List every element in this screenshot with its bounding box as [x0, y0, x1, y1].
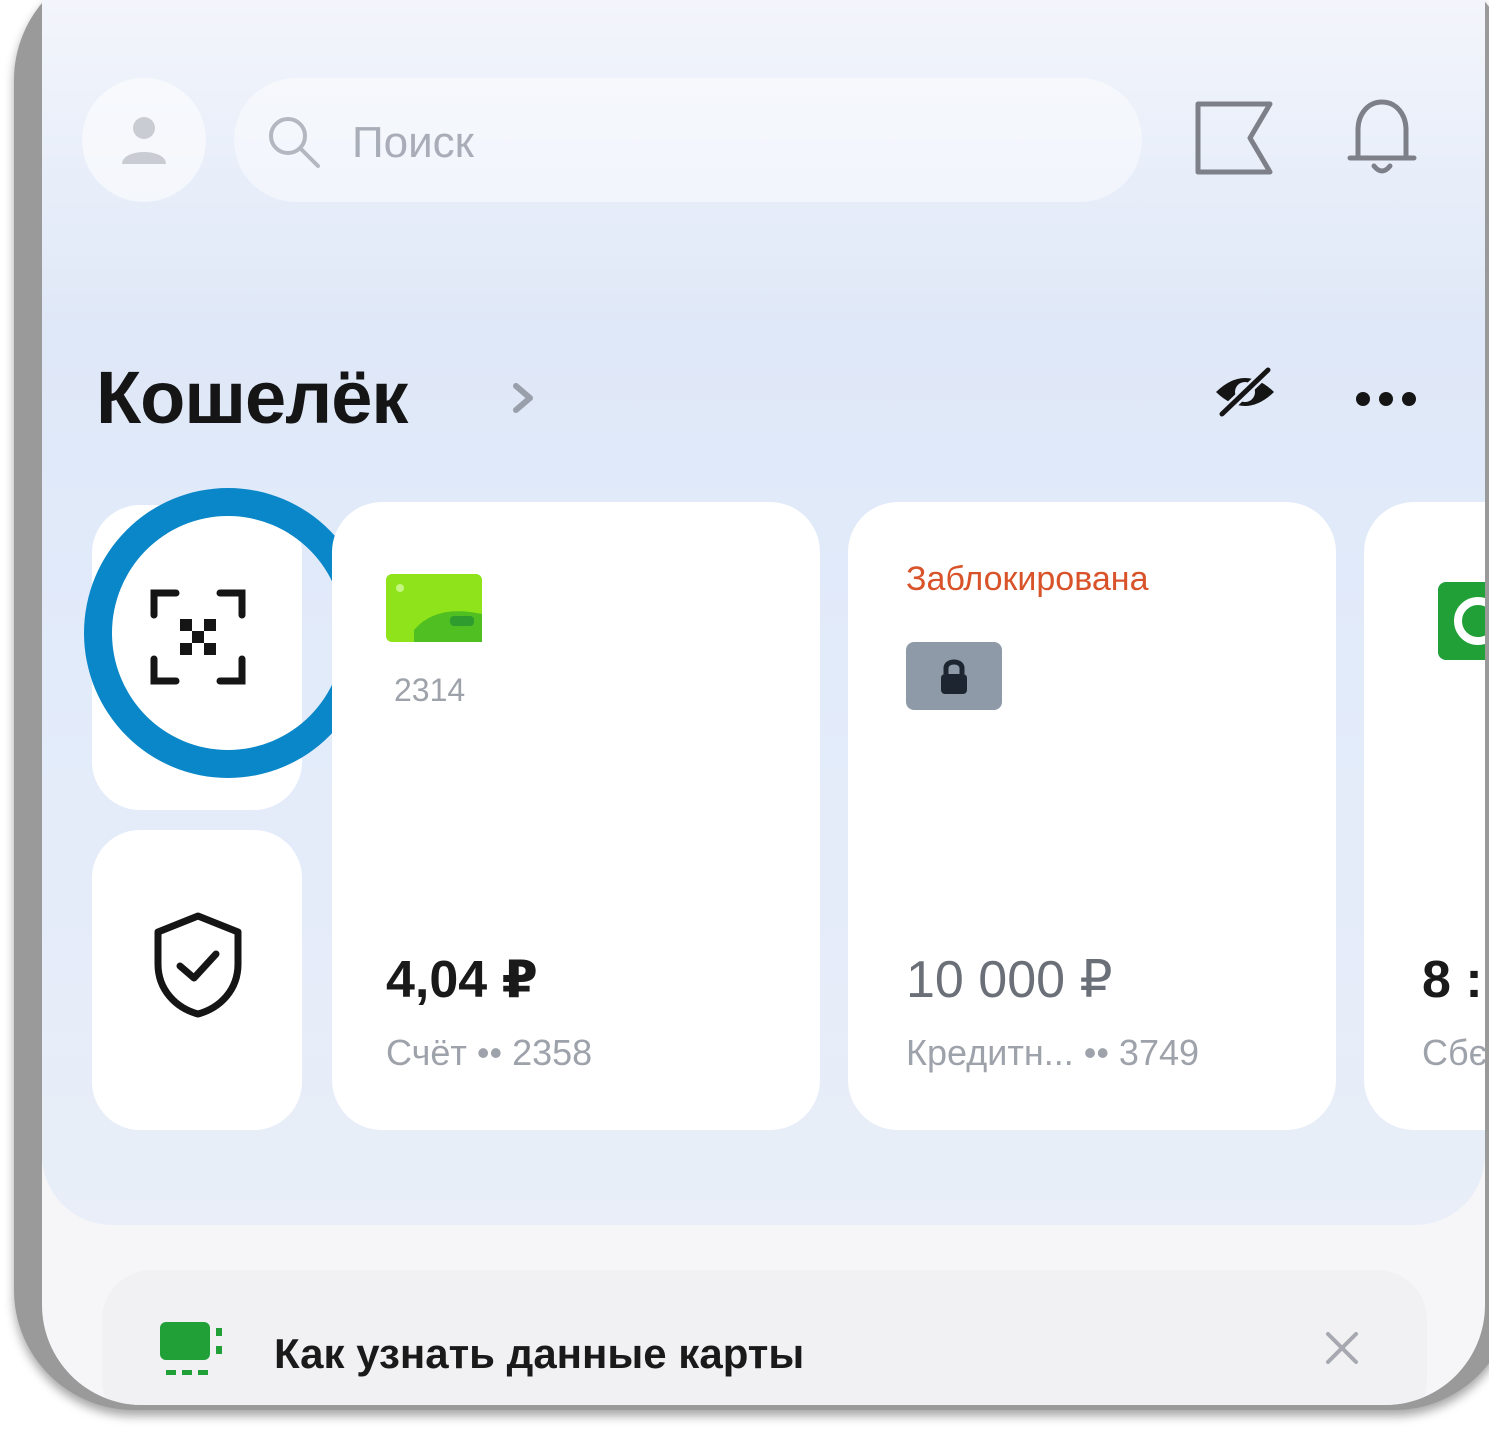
- search-icon: [269, 117, 320, 168]
- flag-icon[interactable]: [1192, 98, 1278, 178]
- close-icon[interactable]: [1322, 1328, 1362, 1368]
- sber-logo-icon: [1438, 582, 1485, 660]
- card-balance: 4,04 ₽: [386, 951, 538, 1009]
- bell-icon[interactable]: [1342, 92, 1422, 180]
- card-subtitle: Счёт •• 2358: [386, 1032, 593, 1073]
- card-subtitle: Сбє: [1422, 1032, 1485, 1073]
- card-balance: 10 000 ₽: [906, 951, 1113, 1009]
- user-icon: [122, 117, 166, 164]
- eye-hidden-icon[interactable]: [1210, 364, 1280, 420]
- blocked-card-thumbnail: [906, 642, 1002, 710]
- app-screen: Поиск Кошелёк 2314 4,04 ₽ Счёт •• 2358 З…: [42, 0, 1485, 1405]
- credit-card[interactable]: Заблокирована 10 000 ₽ Кредитн... •• 374…: [848, 502, 1336, 1130]
- search-placeholder: Поиск: [352, 118, 474, 167]
- card-last-digits: 2314: [394, 672, 466, 708]
- profile-avatar[interactable]: [82, 78, 206, 202]
- account-card[interactable]: 2314 4,04 ₽ Счёт •• 2358: [332, 502, 820, 1130]
- card-info-icon: [160, 1322, 222, 1375]
- card-subtitle: Кредитн... •• 3749: [906, 1032, 1200, 1073]
- highlight-ring: [84, 488, 372, 778]
- card-thumbnail-icon: [386, 574, 482, 642]
- banner-text[interactable]: Как узнать данные карты: [274, 1330, 804, 1378]
- search-input[interactable]: Поиск: [234, 78, 1142, 202]
- blocked-status: Заблокирована: [906, 560, 1149, 598]
- lock-icon: [941, 659, 967, 694]
- savings-card[interactable]: 8 : Сбє: [1364, 502, 1485, 1130]
- shield-check-icon: [154, 912, 242, 1018]
- more-options-icon[interactable]: [1354, 390, 1418, 408]
- chevron-right-icon[interactable]: [508, 380, 538, 416]
- security-tile[interactable]: [92, 830, 302, 1130]
- wallet-title[interactable]: Кошелёк: [96, 355, 408, 440]
- card-balance: 8 :: [1422, 951, 1483, 1009]
